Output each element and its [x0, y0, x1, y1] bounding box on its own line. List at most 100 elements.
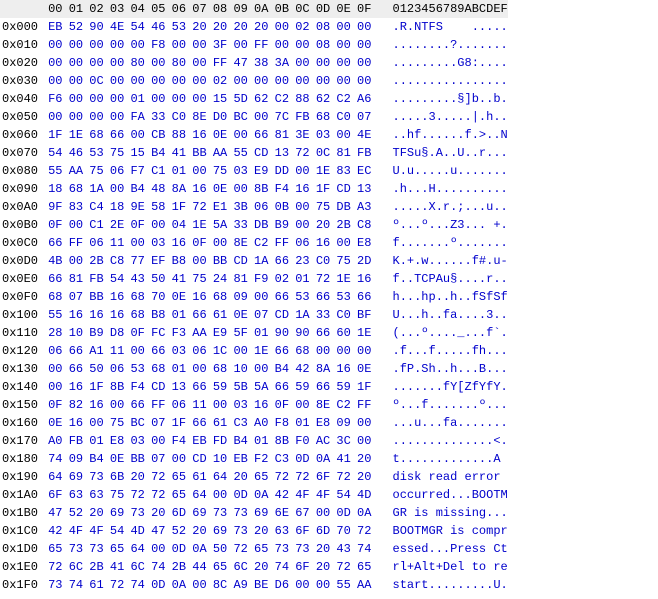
- hex-cell[interactable]: 4F: [86, 522, 107, 540]
- hex-cell[interactable]: 0A: [169, 576, 190, 594]
- hex-cell[interactable]: 69: [251, 504, 272, 522]
- hex-cell[interactable]: 65: [45, 540, 66, 558]
- ascii-cell[interactable]: .........G8:....: [393, 54, 508, 72]
- hex-cell[interactable]: 81: [66, 270, 87, 288]
- hex-cell[interactable]: 07: [148, 414, 169, 432]
- hex-cell[interactable]: 54: [333, 486, 354, 504]
- hex-cell[interactable]: FF: [148, 396, 169, 414]
- hex-cell[interactable]: 72: [333, 558, 354, 576]
- hex-cell[interactable]: 00: [333, 18, 354, 36]
- hex-cell[interactable]: EB: [45, 18, 66, 36]
- hex-cell[interactable]: 0E: [210, 180, 231, 198]
- hex-cell[interactable]: 00: [313, 72, 334, 90]
- hex-cell[interactable]: 75: [107, 486, 128, 504]
- hex-cell[interactable]: 00: [148, 54, 169, 72]
- hex-cell[interactable]: 00: [107, 54, 128, 72]
- hex-cell[interactable]: 1E: [354, 324, 375, 342]
- hex-cell[interactable]: CB: [148, 126, 169, 144]
- hex-cell[interactable]: 42: [292, 360, 313, 378]
- hex-cell[interactable]: 66: [313, 324, 334, 342]
- hex-cell[interactable]: E9: [210, 324, 231, 342]
- hex-cell[interactable]: 1A: [292, 306, 313, 324]
- hex-cell[interactable]: 69: [107, 504, 128, 522]
- hex-cell[interactable]: 5A: [251, 378, 272, 396]
- hex-cell[interactable]: 90: [272, 324, 293, 342]
- hex-cell[interactable]: 00: [230, 180, 251, 198]
- hex-cell[interactable]: 74: [148, 558, 169, 576]
- hex-cell[interactable]: 16: [169, 234, 190, 252]
- hex-cell[interactable]: 00: [86, 414, 107, 432]
- hex-cell[interactable]: 00: [189, 162, 210, 180]
- hex-cell[interactable]: 01: [292, 414, 313, 432]
- hex-cell[interactable]: 00: [189, 36, 210, 54]
- hex-cell[interactable]: 67: [292, 504, 313, 522]
- data-row[interactable]: 0x14000161F8BF4CD1366595B5A665966591F...…: [0, 378, 508, 396]
- hex-cell[interactable]: 68: [45, 288, 66, 306]
- hex-cell[interactable]: F0: [292, 432, 313, 450]
- hex-cell[interactable]: 68: [66, 180, 87, 198]
- hex-cell[interactable]: 00: [230, 342, 251, 360]
- hex-cell[interactable]: 16: [66, 414, 87, 432]
- hex-cell[interactable]: 03: [148, 234, 169, 252]
- hex-cell[interactable]: 65: [169, 468, 190, 486]
- hex-cell[interactable]: 00: [292, 36, 313, 54]
- hex-cell[interactable]: 1F: [45, 126, 66, 144]
- ascii-cell[interactable]: U...h..fa....3..: [393, 306, 508, 324]
- hex-cell[interactable]: 0F: [127, 216, 148, 234]
- hex-cell[interactable]: 48: [148, 180, 169, 198]
- hex-cell[interactable]: FF: [354, 396, 375, 414]
- hex-cell[interactable]: 44: [189, 558, 210, 576]
- hex-cell[interactable]: 65: [210, 558, 231, 576]
- hex-cell[interactable]: 63: [66, 486, 87, 504]
- hex-cell[interactable]: 69: [189, 504, 210, 522]
- hex-cell[interactable]: 00: [292, 576, 313, 594]
- hex-cell[interactable]: 70: [148, 288, 169, 306]
- hex-cell[interactable]: FC: [148, 324, 169, 342]
- hex-cell[interactable]: 00: [251, 72, 272, 90]
- hex-cell[interactable]: 8E: [189, 108, 210, 126]
- data-row[interactable]: 0x0D04B002BC877EFB800BBCD1A6623C0752DK.+…: [0, 252, 508, 270]
- hex-cell[interactable]: 4B: [45, 252, 66, 270]
- hex-cell[interactable]: 8A: [313, 360, 334, 378]
- hex-cell[interactable]: E8: [313, 414, 334, 432]
- hex-cell[interactable]: 00: [45, 36, 66, 54]
- hex-cell[interactable]: DD: [272, 162, 293, 180]
- ascii-cell[interactable]: .......fY[ZfYfY.: [393, 378, 508, 396]
- hex-cell[interactable]: 2B: [333, 216, 354, 234]
- hex-cell[interactable]: 01: [127, 90, 148, 108]
- hex-cell[interactable]: 0F: [45, 216, 66, 234]
- hex-cell[interactable]: 73: [230, 522, 251, 540]
- hex-cell[interactable]: 00: [210, 234, 231, 252]
- hex-cell[interactable]: 74: [354, 540, 375, 558]
- data-row[interactable]: 0x09018681A00B4488A160E008BF4161FCD13.h.…: [0, 180, 508, 198]
- hex-cell[interactable]: 5F: [230, 324, 251, 342]
- hex-cell[interactable]: 81: [272, 126, 293, 144]
- hex-cell[interactable]: 00: [251, 288, 272, 306]
- hex-cell[interactable]: 54: [127, 18, 148, 36]
- hex-cell[interactable]: C0: [333, 108, 354, 126]
- hex-cell[interactable]: 63: [86, 486, 107, 504]
- hex-cell[interactable]: 18: [107, 198, 128, 216]
- data-row[interactable]: 0x1102810B9D80FFCF3AAE95F01909066601E(..…: [0, 324, 508, 342]
- hex-cell[interactable]: BB: [86, 288, 107, 306]
- hex-cell[interactable]: F4: [169, 432, 190, 450]
- hex-cell[interactable]: 6D: [313, 522, 334, 540]
- hex-cell[interactable]: 00: [66, 72, 87, 90]
- hex-cell[interactable]: 11: [107, 342, 128, 360]
- hex-cell[interactable]: 00: [107, 180, 128, 198]
- hex-cell[interactable]: F4: [127, 378, 148, 396]
- hex-cell[interactable]: 0F: [272, 396, 293, 414]
- data-row[interactable]: 0x170A0FB01E80300F4EBFDB4018BF0AC3C00...…: [0, 432, 508, 450]
- hex-cell[interactable]: 4F: [292, 486, 313, 504]
- hex-cell[interactable]: 58: [148, 198, 169, 216]
- hex-cell[interactable]: AC: [313, 432, 334, 450]
- hex-cell[interactable]: 09: [66, 450, 87, 468]
- hex-cell[interactable]: BC: [127, 414, 148, 432]
- data-row[interactable]: 0x1300066500653680100681000B4428A160E.fP…: [0, 360, 508, 378]
- hex-cell[interactable]: 43: [127, 270, 148, 288]
- hex-cell[interactable]: 00: [333, 126, 354, 144]
- hex-cell[interactable]: 4E: [354, 126, 375, 144]
- hex-cell[interactable]: 1F: [354, 378, 375, 396]
- hex-cell[interactable]: 00: [333, 342, 354, 360]
- hex-cell[interactable]: 00: [66, 90, 87, 108]
